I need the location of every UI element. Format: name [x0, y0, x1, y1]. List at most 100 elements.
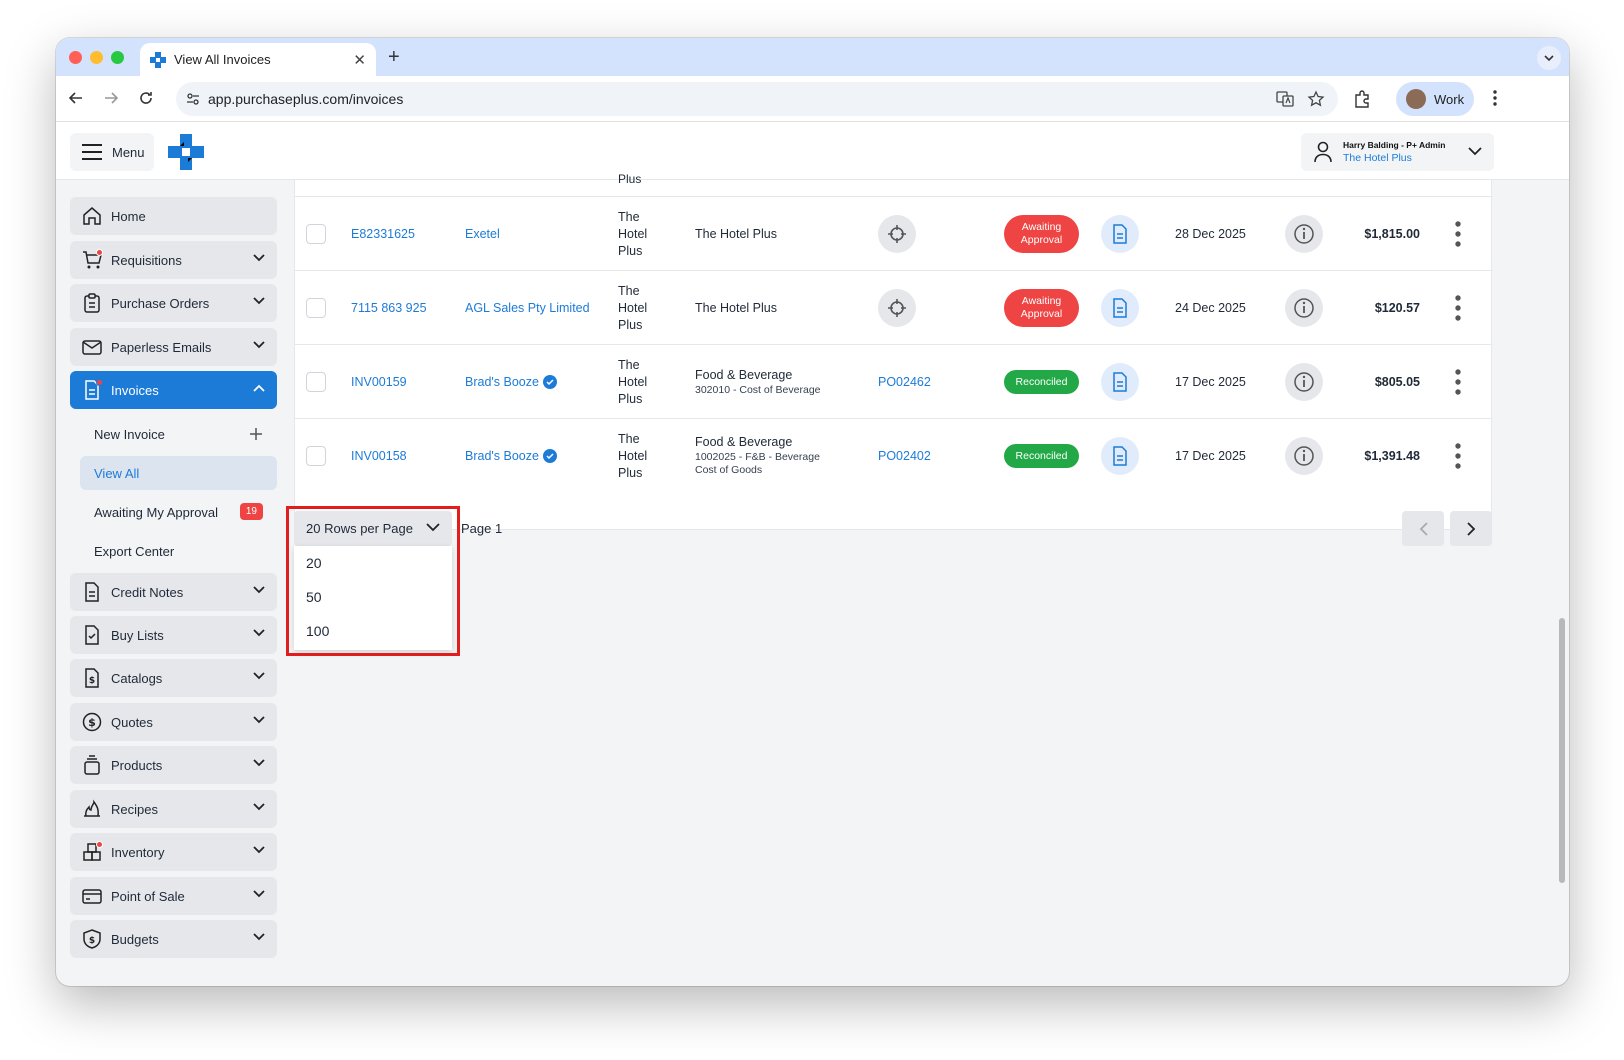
catalog-dollar-icon: $ — [85, 668, 99, 688]
org-line: Hotel — [618, 448, 648, 463]
browser-menu-icon[interactable] — [1483, 86, 1507, 110]
plus-icon[interactable] — [249, 427, 263, 441]
org-line: The — [618, 209, 640, 224]
more-options-icon[interactable] — [1455, 221, 1461, 247]
menu-label: Menu — [112, 144, 145, 160]
more-options-icon[interactable] — [1455, 295, 1461, 321]
sidebar-item-recipes[interactable]: Recipes — [70, 790, 277, 828]
close-window-button[interactable] — [69, 51, 82, 64]
address-bar[interactable]: app.purchaseplus.com/invoices — [176, 82, 1338, 116]
invoice-table: Plus E82331625 Exetel The Hotel Plus The… — [294, 172, 1492, 530]
maximize-window-button[interactable] — [111, 51, 124, 64]
sidebar-sub-export-center[interactable]: Export Center — [80, 534, 277, 568]
extensions-icon[interactable] — [1352, 89, 1372, 109]
row-checkbox[interactable] — [306, 298, 326, 318]
purchaseplus-logo[interactable] — [168, 134, 204, 170]
info-icon[interactable] — [1285, 437, 1323, 475]
translate-icon[interactable] — [1276, 90, 1294, 108]
sidebar-item-quotes[interactable]: $ Quotes — [70, 703, 277, 741]
sidebar-item-products[interactable]: Products — [70, 746, 277, 784]
department-text: The Hotel Plus — [695, 227, 777, 241]
hamburger-icon — [82, 144, 102, 160]
info-icon[interactable] — [1285, 289, 1323, 327]
chevron-down-icon — [253, 297, 265, 305]
reload-icon[interactable] — [134, 86, 158, 110]
sidebar-item-inventory[interactable]: Inventory — [70, 833, 277, 871]
info-icon[interactable] — [1285, 215, 1323, 253]
invoice-number-link[interactable]: INV00158 — [351, 449, 407, 463]
chevron-right-icon — [1466, 521, 1475, 536]
profile-button[interactable]: Work — [1396, 82, 1474, 116]
tab-close-icon[interactable]: ✕ — [353, 51, 366, 69]
dollar-circle-icon: $ — [82, 712, 102, 732]
purchase-order-link[interactable]: PO02462 — [878, 375, 931, 389]
invoice-number-link[interactable]: E82331625 — [351, 227, 415, 241]
invoice-amount: $1,391.48 — [1364, 449, 1420, 463]
table-row: E82331625 Exetel The Hotel Plus The Hote… — [295, 196, 1491, 270]
sidebar-sub-awaiting-approval[interactable]: Awaiting My Approval 19 — [80, 495, 277, 529]
back-icon[interactable] — [64, 86, 88, 110]
department-text: Food & Beverage — [695, 367, 793, 382]
bookmark-star-icon[interactable] — [1307, 90, 1325, 108]
forward-icon[interactable] — [99, 86, 123, 110]
invoice-number-link[interactable]: INV00159 — [351, 375, 407, 389]
sidebar-sub-view-all[interactable]: View All — [80, 456, 277, 490]
sidebar-item-invoices[interactable]: Invoices — [70, 371, 277, 409]
document-icon — [85, 582, 99, 602]
user-organisation: The Hotel Plus — [1343, 152, 1412, 164]
supplier-link[interactable]: Brad's Booze — [465, 375, 539, 389]
purchase-order-link[interactable]: PO02402 — [878, 449, 931, 463]
invoice-amount: $120.57 — [1374, 301, 1420, 315]
row-checkbox[interactable] — [306, 224, 326, 244]
crosshair-icon[interactable] — [878, 215, 916, 253]
sidebar-item-catalogs[interactable]: $ Catalogs — [70, 659, 277, 697]
sidebar-item-purchase-orders[interactable]: Purchase Orders — [70, 284, 277, 322]
sidebar-item-buy-lists[interactable]: Buy Lists — [70, 616, 277, 654]
sidebar-item-paperless-emails[interactable]: Paperless Emails — [70, 328, 277, 366]
sub-item-label: View All — [94, 465, 140, 481]
sidebar-item-budgets[interactable]: $ Budgets — [70, 920, 277, 958]
supplier-link[interactable]: Exetel — [465, 227, 500, 241]
row-checkbox[interactable] — [306, 372, 326, 392]
org-line: Plus — [618, 391, 643, 406]
sidebar-item-home[interactable]: Home — [70, 197, 277, 235]
user-switcher[interactable]: Harry Balding - P+ Admin The Hotel Plus — [1301, 133, 1494, 171]
previous-page-button[interactable] — [1402, 511, 1444, 546]
more-options-icon[interactable] — [1455, 369, 1461, 395]
sidebar-item-label: Invoices — [111, 382, 159, 398]
sidebar-item-credit-notes[interactable]: Credit Notes — [70, 573, 277, 611]
next-page-button[interactable] — [1450, 511, 1492, 546]
sidebar-item-requisitions[interactable]: Requisitions — [70, 241, 277, 279]
app-header: Menu Harry Balding - P+ Admin The Hotel … — [56, 122, 1569, 180]
invoice-number-link[interactable]: 7115 863 925 — [351, 301, 427, 315]
chevron-left-icon — [1419, 521, 1428, 536]
scrollbar-thumb[interactable] — [1559, 618, 1565, 883]
organisation-cell: The Hotel Plus — [618, 271, 647, 345]
sidebar-item-label: Catalogs — [111, 670, 163, 686]
status-label: Awaiting Approval — [1020, 295, 1063, 320]
supplier-link[interactable]: AGL Sales Pty Limited — [465, 301, 590, 315]
document-icon[interactable] — [1101, 363, 1139, 401]
organisation-cell: The Hotel Plus — [618, 197, 647, 271]
new-tab-icon[interactable]: + — [388, 46, 400, 69]
status-badge: Awaiting Approval — [1004, 215, 1079, 253]
info-icon[interactable] — [1285, 363, 1323, 401]
minimize-window-button[interactable] — [90, 51, 103, 64]
annotation-highlight-box — [286, 506, 460, 656]
tab-search-icon[interactable] — [1537, 46, 1561, 70]
verified-check-icon — [542, 449, 557, 463]
row-checkbox[interactable] — [306, 446, 326, 466]
menu-button[interactable]: Menu — [70, 133, 154, 171]
sidebar-item-point-of-sale[interactable]: Point of Sale — [70, 877, 277, 915]
sidebar-sub-new-invoice[interactable]: New Invoice — [80, 417, 277, 451]
more-options-icon[interactable] — [1455, 443, 1461, 469]
supplier-link[interactable]: Brad's Booze — [465, 449, 539, 463]
credit-card-icon — [82, 889, 102, 904]
browser-tab[interactable]: View All Invoices ✕ — [140, 43, 376, 76]
document-icon[interactable] — [1101, 437, 1139, 475]
count-badge: 19 — [239, 503, 263, 520]
document-icon[interactable] — [1101, 215, 1139, 253]
document-icon[interactable] — [1101, 289, 1139, 327]
crosshair-icon[interactable] — [878, 289, 916, 327]
site-info-icon[interactable] — [185, 91, 201, 107]
